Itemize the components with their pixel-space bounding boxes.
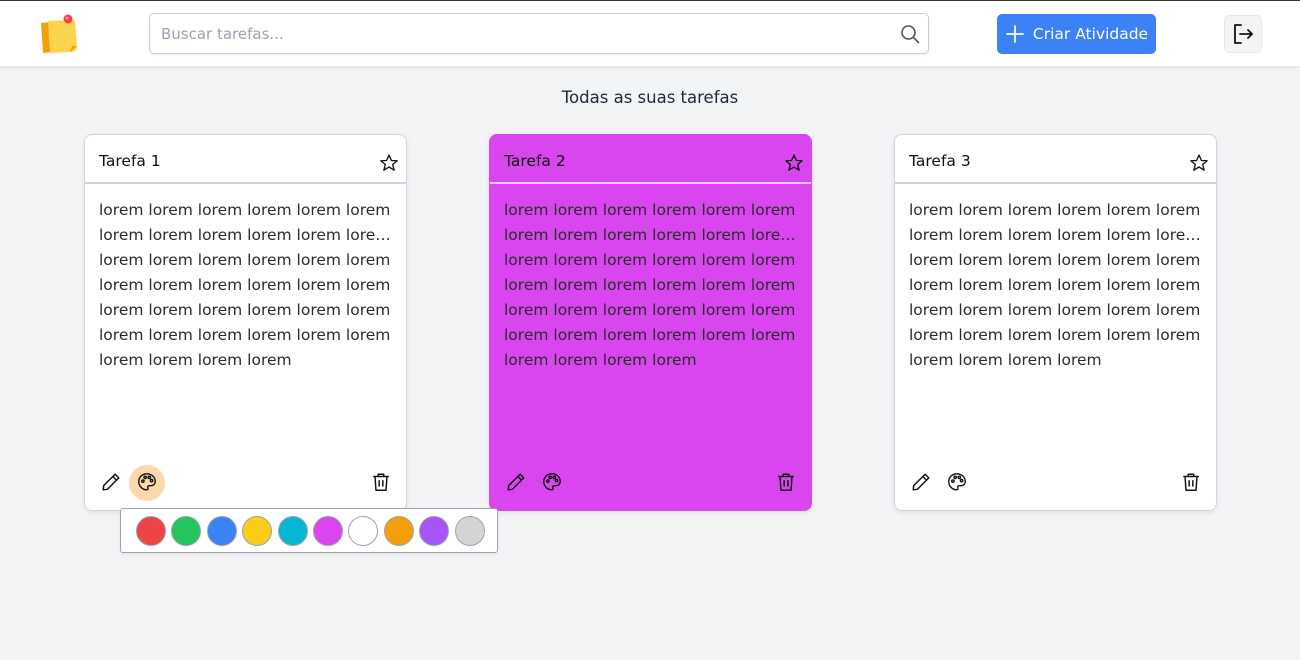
star-icon[interactable] bbox=[379, 153, 399, 173]
task-text-line: lorem lorem lorem lorem lorem lorem … bbox=[909, 226, 1206, 244]
task-text-line: lorem lorem lorem lorem lorem lorem bbox=[504, 301, 796, 319]
task-title: Tarefa 3 bbox=[909, 152, 971, 170]
palette-icon[interactable] bbox=[136, 471, 158, 493]
plus-icon bbox=[1005, 25, 1024, 43]
color-swatch[interactable] bbox=[136, 516, 166, 546]
search-icon[interactable] bbox=[900, 24, 920, 44]
pencil-icon[interactable] bbox=[100, 471, 122, 493]
task-text-line: lorem lorem lorem lorem bbox=[504, 351, 697, 369]
sticky-note-icon[interactable] bbox=[37, 13, 81, 55]
task-card-header: Tarefa 3 bbox=[895, 135, 1216, 184]
color-swatch[interactable] bbox=[454, 516, 485, 546]
color-swatch[interactable] bbox=[206, 516, 237, 546]
color-picker-popup bbox=[120, 508, 498, 553]
task-text-line: lorem lorem lorem lorem lorem lorem bbox=[504, 276, 796, 294]
task-card: Tarefa 3 lorem lorem lorem lorem lorem l… bbox=[894, 134, 1217, 511]
palette-icon[interactable] bbox=[541, 471, 563, 493]
create-activity-label: Criar Atividade bbox=[1032, 25, 1149, 43]
task-text-line: lorem lorem lorem lorem lorem lorem bbox=[99, 201, 391, 219]
star-icon[interactable] bbox=[784, 153, 804, 173]
pencil-icon[interactable] bbox=[910, 471, 932, 493]
logout-icon bbox=[1234, 24, 1253, 44]
task-text-line: lorem lorem lorem lorem lorem lorem bbox=[909, 251, 1201, 269]
trash-icon[interactable] bbox=[1180, 471, 1202, 493]
pencil-icon[interactable] bbox=[505, 471, 527, 493]
task-card-header: Tarefa 1 bbox=[85, 135, 406, 184]
task-text-line: lorem lorem lorem lorem lorem lorem bbox=[99, 251, 391, 269]
color-swatch[interactable] bbox=[277, 516, 308, 546]
search-box bbox=[149, 13, 929, 54]
task-text-line: lorem lorem lorem lorem lorem lorem bbox=[99, 301, 391, 319]
task-card-header: Tarefa 2 bbox=[490, 135, 811, 184]
palette-icon[interactable] bbox=[946, 471, 968, 493]
task-text-line: lorem lorem lorem lorem lorem lorem bbox=[99, 276, 391, 294]
page-title: Todas as suas tarefas bbox=[561, 88, 739, 107]
task-description: lorem lorem lorem lorem lorem lorem lore… bbox=[99, 198, 396, 373]
task-text-line: lorem lorem lorem lorem lorem lorem … bbox=[99, 226, 396, 244]
search-input[interactable] bbox=[150, 14, 890, 53]
create-activity-button[interactable]: Criar Atividade bbox=[997, 14, 1156, 54]
task-text-line: lorem lorem lorem lorem lorem lorem … bbox=[504, 226, 801, 244]
task-card: Tarefa 2 lorem lorem lorem lorem lorem l… bbox=[489, 134, 812, 511]
task-title: Tarefa 2 bbox=[504, 152, 566, 170]
color-swatch[interactable] bbox=[348, 516, 379, 546]
task-description: lorem lorem lorem lorem lorem lorem lore… bbox=[504, 198, 801, 373]
color-swatch[interactable] bbox=[383, 516, 414, 546]
trash-icon[interactable] bbox=[775, 471, 797, 493]
task-text-line: lorem lorem lorem lorem lorem lorem bbox=[909, 326, 1201, 344]
color-swatch[interactable] bbox=[419, 516, 450, 546]
top-bar: Criar Atividade bbox=[0, 1, 1300, 66]
task-text-line: lorem lorem lorem lorem lorem lorem bbox=[909, 301, 1201, 319]
task-text-line: lorem lorem lorem lorem lorem lorem bbox=[504, 251, 796, 269]
color-swatch[interactable] bbox=[313, 516, 343, 546]
task-title: Tarefa 1 bbox=[99, 152, 161, 170]
task-text-line: lorem lorem lorem lorem lorem lorem bbox=[504, 326, 796, 344]
task-description: lorem lorem lorem lorem lorem lorem lore… bbox=[909, 198, 1206, 373]
task-text-line: lorem lorem lorem lorem lorem lorem bbox=[909, 201, 1201, 219]
task-text-line: lorem lorem lorem lorem bbox=[99, 351, 292, 369]
color-swatch[interactable] bbox=[171, 516, 202, 546]
logout-button[interactable] bbox=[1224, 15, 1262, 53]
task-text-line: lorem lorem lorem lorem lorem lorem bbox=[504, 201, 796, 219]
task-text-line: lorem lorem lorem lorem lorem lorem bbox=[909, 276, 1201, 294]
color-swatch[interactable] bbox=[242, 516, 273, 546]
trash-icon[interactable] bbox=[370, 471, 392, 493]
task-text-line: lorem lorem lorem lorem bbox=[909, 351, 1102, 369]
star-icon[interactable] bbox=[1189, 153, 1209, 173]
task-card: Tarefa 1 lorem lorem lorem lorem lorem l… bbox=[84, 134, 407, 511]
task-text-line: lorem lorem lorem lorem lorem lorem bbox=[99, 326, 391, 344]
